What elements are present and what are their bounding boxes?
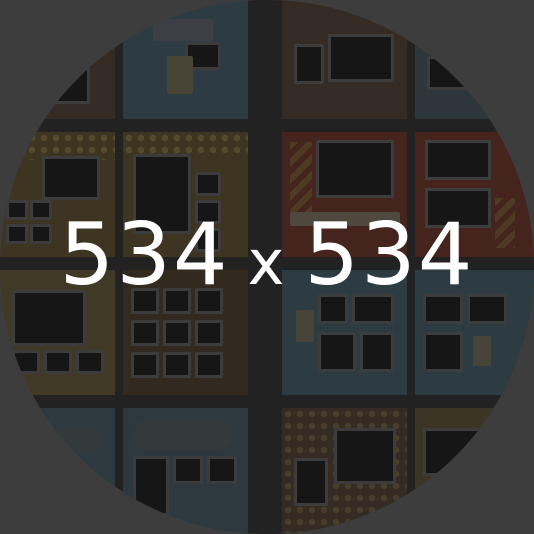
- dimension-height: 534: [304, 205, 475, 305]
- dimension-width: 534: [59, 205, 230, 305]
- dimension-separator: x: [247, 226, 287, 299]
- dimension-label: 534 x 534: [0, 205, 534, 313]
- image-canvas: 534 x 534: [0, 0, 534, 534]
